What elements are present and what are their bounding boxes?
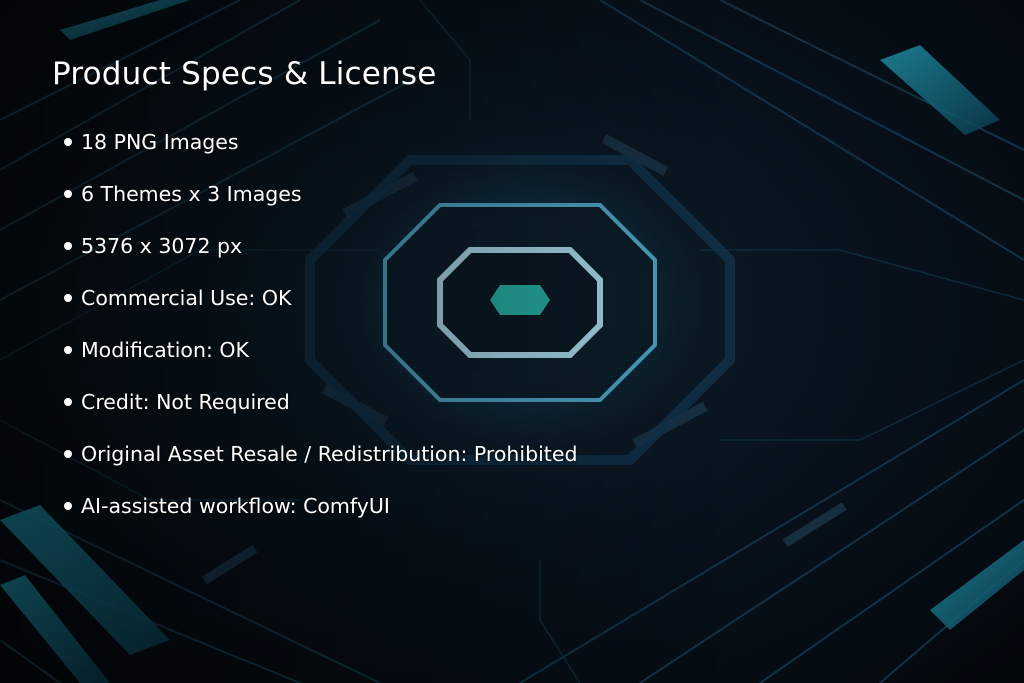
spec-item-credit: Credit: Not Required <box>52 387 752 439</box>
bullet-icon <box>64 294 72 302</box>
spec-item-commercial-use: Commercial Use: OK <box>52 283 752 335</box>
slide: Product Specs & License 18 PNG Images 6 … <box>0 0 1024 683</box>
spec-text: Original Asset Resale / Redistribution: … <box>81 442 578 466</box>
spec-item-image-count: 18 PNG Images <box>52 127 752 179</box>
specs-panel: Product Specs & License 18 PNG Images 6 … <box>52 52 752 543</box>
spec-list: 18 PNG Images 6 Themes x 3 Images 5376 x… <box>52 127 752 543</box>
bullet-icon <box>64 502 72 510</box>
spec-text: Credit: Not Required <box>81 390 290 414</box>
bullet-icon <box>64 242 72 250</box>
page-title: Product Specs & License <box>52 56 437 92</box>
bullet-icon <box>64 138 72 146</box>
spec-text: Modification: OK <box>81 338 249 362</box>
spec-item-resolution: 5376 x 3072 px <box>52 231 752 283</box>
spec-text: 5376 x 3072 px <box>81 234 243 258</box>
spec-text: Commercial Use: OK <box>81 286 292 310</box>
spec-text: 6 Themes x 3 Images <box>81 182 302 206</box>
spec-item-workflow: AI-assisted workflow: ComfyUI <box>52 491 752 543</box>
bullet-icon <box>64 190 72 198</box>
bullet-icon <box>64 450 72 458</box>
spec-item-modification: Modification: OK <box>52 335 752 387</box>
bullet-icon <box>64 398 72 406</box>
spec-item-themes: 6 Themes x 3 Images <box>52 179 752 231</box>
spec-text: 18 PNG Images <box>81 130 239 154</box>
spec-text: AI-assisted workflow: ComfyUI <box>81 494 390 518</box>
spec-item-resale: Original Asset Resale / Redistribution: … <box>52 439 752 491</box>
bullet-icon <box>64 346 72 354</box>
